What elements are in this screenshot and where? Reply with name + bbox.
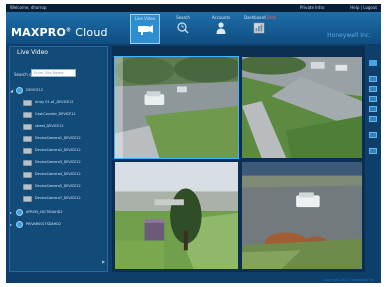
nav-accounts[interactable]: Accounts: [206, 14, 236, 44]
nav-dashboard-label: Dashboard Beta: [244, 15, 277, 20]
site-icon: [16, 87, 23, 94]
camera-icon: [138, 25, 153, 35]
logo-brand: MAXPRO: [11, 26, 67, 39]
video-tile-4[interactable]: [241, 161, 363, 270]
camera-folder-icon: [23, 196, 32, 202]
nav-dashboard-text: Dashboard: [244, 15, 266, 20]
layout-2x2-button[interactable]: [369, 86, 377, 92]
tree-camera-label: DeviceCamera2_DEVICE12: [35, 148, 81, 152]
tree-camera[interactable]: Array 01 a1_DEVICE12: [10, 99, 105, 107]
expand-arrow-icon[interactable]: ▸: [10, 210, 12, 215]
tree-camera[interactable]: CashCounter_DEVICE12: [10, 111, 105, 119]
tree-camera[interactable]: DeviceCamera1_DEVICE12: [10, 135, 105, 143]
layout-custom-button[interactable]: [369, 116, 377, 122]
nav-accounts-label: Accounts: [211, 15, 231, 20]
site-icon: [16, 221, 23, 228]
camera-feed-courtyard: [115, 162, 238, 269]
layout-3x3-button[interactable]: [369, 96, 377, 102]
search-site-input[interactable]: Enter Site Name: [31, 69, 76, 77]
device-sidebar: Live Video Search site Enter Site Name ◢…: [9, 46, 108, 272]
camera-folder-icon: [23, 184, 32, 190]
camera-feed-parking-area: [242, 162, 362, 269]
search-clock-icon: [177, 22, 189, 34]
camera-folder-icon: [23, 100, 32, 106]
user-icon: [216, 22, 226, 34]
camera-folder-icon: [23, 172, 32, 178]
nav-live-video[interactable]: Live Video: [130, 14, 160, 44]
expand-arrow-icon[interactable]: ◢: [10, 88, 13, 93]
camera-feed-walkway: [242, 57, 362, 158]
tree-camera-label: DeviceCamera4_DEVICE12: [35, 172, 81, 176]
expand-arrow-icon[interactable]: ▸: [10, 222, 12, 227]
tree-camera[interactable]: DeviceCamera3_DEVICE12: [10, 159, 105, 167]
tree-camera-label: DeviceCamera1_DEVICE12: [35, 136, 81, 140]
app-header: MAXPRO® Cloud Live Video Search Accounts…: [6, 12, 381, 44]
layout-1x1-button[interactable]: [369, 76, 377, 82]
snapshot-button[interactable]: [369, 148, 377, 154]
installer-name: Honeywell Inc.: [327, 32, 371, 39]
tree-camera-label: Array 01 a1_DEVICE12: [35, 100, 74, 104]
tree-site-label: APRON_001TSDAHD2: [26, 210, 63, 214]
copyright-footer: Copyright 2015 Honeywell Inc.: [322, 278, 375, 282]
video-tile-3[interactable]: [114, 161, 239, 270]
private-intro-link[interactable]: Private Intro: [300, 4, 325, 12]
tree-camera-label: DeviceCamera7_DEVICE12: [35, 196, 81, 200]
help-logout-links[interactable]: Help | Logout: [350, 4, 377, 12]
camera-folder-icon: [23, 136, 32, 142]
nav-search-label: Search: [176, 15, 190, 20]
nav-dashboard[interactable]: Dashboard Beta: [244, 14, 277, 44]
camera-folder-icon: [23, 148, 32, 154]
beta-badge: Beta: [266, 15, 277, 20]
sidebar-title: Live Video: [17, 49, 48, 56]
save-view-button[interactable]: [369, 132, 377, 138]
video-tile-2[interactable]: [241, 56, 363, 159]
camera-folder-icon: [23, 124, 32, 130]
app-logo: MAXPRO® Cloud: [11, 26, 108, 39]
logo-product: Cloud: [75, 26, 108, 39]
tree-site-label: PRIVAR001TSDAHD2: [26, 222, 62, 226]
welcome-text: Welcome, dharrop: [10, 5, 47, 10]
tree-site[interactable]: ▸ PRIVAR001TSDAHD2: [10, 221, 105, 229]
tree-camera[interactable]: DeviceCamera2_DEVICE12: [10, 147, 105, 155]
tree-camera-label: street_DEVICE12: [35, 124, 64, 128]
video-tile-1[interactable]: [114, 56, 239, 159]
dashboard-icon: [253, 22, 265, 34]
tree-site-label: DEVICE12: [26, 88, 43, 92]
tree-site[interactable]: ▸ APRON_001TSDAHD2: [10, 209, 105, 217]
layout-4x4-button[interactable]: [369, 106, 377, 112]
tree-camera[interactable]: street_DEVICE12: [10, 123, 105, 131]
video-grid: [112, 46, 365, 272]
camera-feed-parking-lot: [115, 57, 238, 158]
nav-live-video-label: Live Video: [134, 16, 156, 21]
maxpro-cloud-window: Welcome, dharrop Private Intro Help | Lo…: [6, 4, 381, 283]
tree-camera-label: CashCounter_DEVICE12: [35, 112, 76, 116]
sidebar-scroll-arrow-icon[interactable]: ▶: [102, 259, 106, 267]
tree-camera[interactable]: DeviceCamera7_DEVICE12: [10, 195, 105, 203]
tree-camera-label: DeviceCamera3_DEVICE12: [35, 160, 81, 164]
tree-site[interactable]: ◢ DEVICE12: [10, 87, 105, 95]
top-status-strip: Welcome, dharrop Private Intro Help | Lo…: [6, 4, 381, 12]
nav-search[interactable]: Search: [168, 14, 198, 44]
tree-camera-label: DeviceCamera5_DEVICE12: [35, 184, 81, 188]
layout-toolbar: [368, 46, 378, 272]
tree-camera[interactable]: DeviceCamera5_DEVICE12: [10, 183, 105, 191]
camera-folder-icon: [23, 160, 32, 166]
tree-camera[interactable]: DeviceCamera4_DEVICE12: [10, 171, 105, 179]
fullscreen-button[interactable]: [369, 60, 377, 66]
site-icon: [16, 209, 23, 216]
camera-folder-icon: [23, 112, 32, 118]
